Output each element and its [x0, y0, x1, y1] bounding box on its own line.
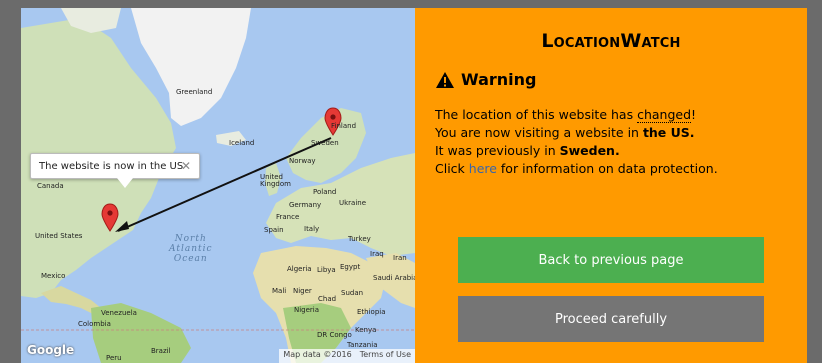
- map-label-finland: Finland: [331, 122, 357, 130]
- warning-heading: Warning: [435, 70, 536, 89]
- map-label-norway: Norway: [289, 157, 316, 165]
- map-label-poland: Poland: [313, 188, 337, 196]
- changed-term: changed: [637, 107, 692, 123]
- map-label-uk-2: Kingdom: [260, 180, 291, 188]
- previous-country: Sweden.: [559, 143, 620, 158]
- warning-label: Warning: [461, 70, 537, 89]
- message-line-3: It was previously in Sweden.: [435, 142, 800, 160]
- attribution-terms-link[interactable]: Terms of Use: [360, 350, 411, 362]
- map-label-iceland: Iceland: [229, 139, 255, 147]
- map-label-mali: Mali: [272, 287, 287, 295]
- map-label-peru: Peru: [106, 354, 122, 362]
- map-label-greenland: Greenland: [176, 88, 213, 96]
- message-line-2: You are now visiting a website in the US…: [435, 124, 800, 142]
- location-warning-dialog: Greenland Iceland Finland Sweden Norway …: [21, 8, 807, 363]
- map-label-ukraine: Ukraine: [339, 199, 367, 207]
- popup-close-icon[interactable]: ✕: [181, 159, 191, 173]
- current-country: the US.: [642, 125, 695, 140]
- map-label-venezuela: Venezuela: [101, 309, 137, 317]
- map-attribution: Map data ©2016 Terms of Use: [279, 349, 415, 363]
- dialog-title: LocationWatch: [541, 30, 681, 52]
- message-line-4: Click here for information on data prote…: [435, 160, 800, 178]
- message-line-1: The location of this website has changed…: [435, 106, 800, 124]
- map-label-mexico: Mexico: [41, 272, 66, 280]
- data-protection-link[interactable]: here: [469, 161, 497, 176]
- map-label-colombia: Colombia: [78, 320, 111, 328]
- map-canvas: [21, 8, 415, 363]
- message-line-1-text: The location of this website has: [435, 107, 638, 122]
- google-logo[interactable]: Google: [27, 343, 74, 357]
- popup-text: The website is now in the US: [39, 160, 184, 172]
- map-label-spain: Spain: [264, 226, 284, 234]
- map-label-dr-congo: DR Congo: [317, 331, 352, 339]
- map-label-north-atlantic: North Atlantic Ocean: [169, 234, 213, 264]
- warning-message: The location of this website has changed…: [435, 106, 800, 178]
- map-label-ethiopia: Ethiopia: [357, 308, 386, 316]
- map-label-brazil: Brazil: [151, 347, 171, 355]
- warning-panel: LocationWatch Warning The location of th…: [415, 8, 807, 363]
- message-line-4-text: Click: [435, 161, 469, 176]
- map-label-kenya: Kenya: [355, 326, 377, 334]
- map-label-algeria: Algeria: [287, 265, 312, 273]
- map-label-egypt: Egypt: [340, 263, 361, 271]
- map-info-popup: The website is now in the US ✕: [30, 153, 200, 188]
- map-label-germany: Germany: [289, 201, 322, 209]
- map-label-saudi-arabia: Saudi Arabia: [373, 274, 415, 282]
- map-label-sudan: Sudan: [341, 289, 364, 297]
- warning-triangle-icon: [436, 71, 454, 88]
- map-label-nigeria: Nigeria: [294, 306, 320, 314]
- message-line-4-end: for information on data protection.: [496, 161, 718, 176]
- proceed-carefully-button[interactable]: Proceed carefully: [458, 296, 764, 342]
- map-label-united-states: United States: [35, 232, 83, 240]
- map-label-sweden: Sweden: [311, 139, 339, 147]
- map-label-iran: Iran: [393, 254, 407, 262]
- message-line-2-text: You are now visiting a website in: [435, 125, 643, 140]
- map-label-france: France: [276, 213, 300, 221]
- map-label-libya: Libya: [317, 266, 336, 274]
- attribution-map-data: Map data ©2016: [283, 350, 352, 359]
- map-label-tanzania: Tanzania: [347, 341, 378, 349]
- back-to-previous-page-button[interactable]: Back to previous page: [458, 237, 764, 283]
- map-label-niger: Niger: [293, 287, 312, 295]
- map-label-turkey: Turkey: [348, 235, 371, 243]
- map-label-italy: Italy: [304, 225, 320, 233]
- map-label-canada: Canada: [37, 182, 64, 190]
- message-line-1-end: !: [691, 107, 697, 122]
- popup-tail: [117, 178, 133, 188]
- map-label-chad: Chad: [318, 295, 337, 303]
- map-view[interactable]: Greenland Iceland Finland Sweden Norway …: [21, 8, 415, 363]
- message-line-3-text: It was previously in: [435, 143, 560, 158]
- map-label-iraq: Iraq: [370, 250, 384, 258]
